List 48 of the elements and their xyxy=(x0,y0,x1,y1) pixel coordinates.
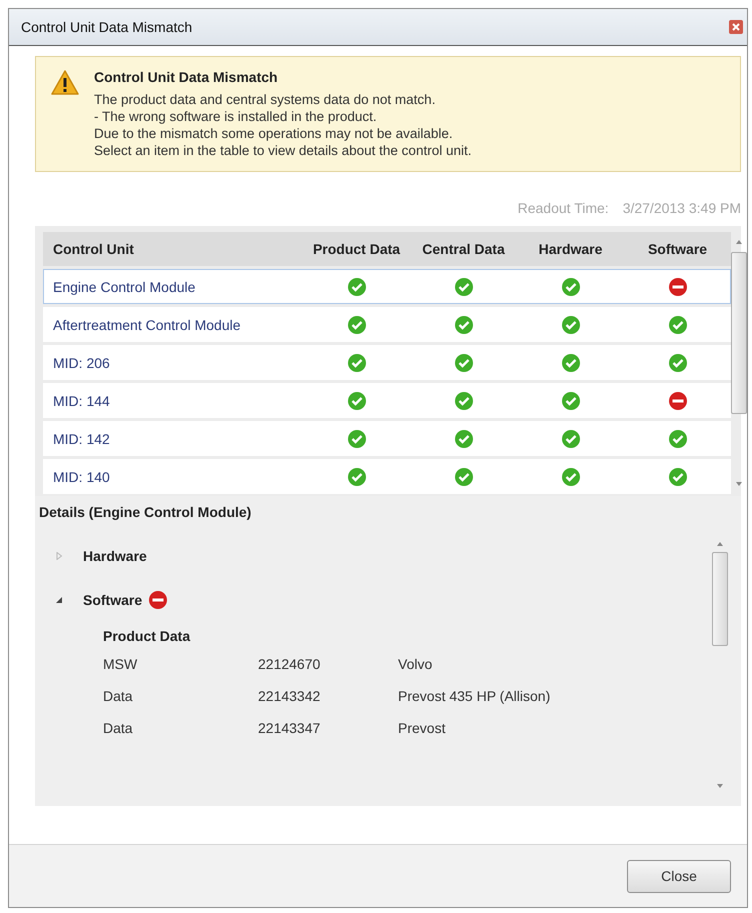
column-header: Central Data xyxy=(421,241,506,257)
tree-node-label[interactable]: Software xyxy=(83,592,142,608)
unit-name: Engine Control Module xyxy=(52,278,196,294)
warning-text: - The wrong software is installed in the product. xyxy=(94,108,378,125)
table-row[interactable]: MID: 206 xyxy=(43,345,731,380)
software-type: MSW xyxy=(103,656,138,672)
close-icon[interactable] xyxy=(729,20,743,34)
part-number: 22143347 xyxy=(258,720,322,736)
scroll-down-icon[interactable] xyxy=(716,782,724,790)
unit-name: MID: 206 xyxy=(52,354,111,370)
scroll-up-icon[interactable] xyxy=(735,238,743,246)
software-type: Data xyxy=(103,720,134,736)
part-number: 22143342 xyxy=(258,688,322,704)
details-title: Details (Engine Control Module) xyxy=(38,504,252,520)
part-description: Prevost 435 HP (Allison) xyxy=(398,688,552,704)
software-type: Data xyxy=(103,688,134,704)
warning-text: The product data and central systems data do not match. xyxy=(94,91,436,108)
column-header: Hardware xyxy=(538,241,604,257)
part-description: Volvo xyxy=(398,656,434,672)
column-header: Product Data xyxy=(312,241,402,257)
window-title: Control Unit Data Mismatch xyxy=(21,19,192,35)
unit-name: MID: 140 xyxy=(52,468,111,484)
expand-icon[interactable] xyxy=(55,552,63,560)
column-header: Software xyxy=(646,241,708,257)
table-row[interactable]: MID: 140 xyxy=(43,459,731,494)
part-number: 22124670 xyxy=(258,656,322,672)
unit-name: Aftertreatment Control Module xyxy=(52,316,242,332)
scroll-up-icon[interactable] xyxy=(716,540,724,548)
tree-node[interactable]: Hardware xyxy=(55,534,709,578)
tree-node-label[interactable]: Hardware xyxy=(83,548,147,564)
warning-text: Due to the mismatch some operations may not be available. xyxy=(94,125,454,142)
unit-name: MID: 144 xyxy=(52,392,111,408)
collapse-icon[interactable] xyxy=(55,596,63,604)
warning-title: Control Unit Data Mismatch xyxy=(94,69,279,85)
warning-icon xyxy=(50,69,80,97)
readout-time: 3/27/2013 3:49 PM xyxy=(622,200,741,216)
table-row[interactable]: Aftertreatment Control Module xyxy=(43,307,731,342)
scroll-down-icon[interactable] xyxy=(735,480,743,488)
table-row[interactable]: MID: 144 xyxy=(43,383,731,418)
close-button[interactable]: Close xyxy=(627,860,731,892)
table-row[interactable]: Engine Control Module xyxy=(43,269,731,304)
unit-name: MID: 142 xyxy=(52,430,111,446)
table-row[interactable]: MID: 142 xyxy=(43,421,731,456)
part-description: Prevost xyxy=(398,720,446,736)
readout-label: Readout Time: xyxy=(518,200,609,216)
column-header: Control Unit xyxy=(52,241,135,257)
warning-text: Select an item in the table to view details about the control unit. xyxy=(94,142,472,159)
section-heading: Product Data xyxy=(103,628,192,644)
